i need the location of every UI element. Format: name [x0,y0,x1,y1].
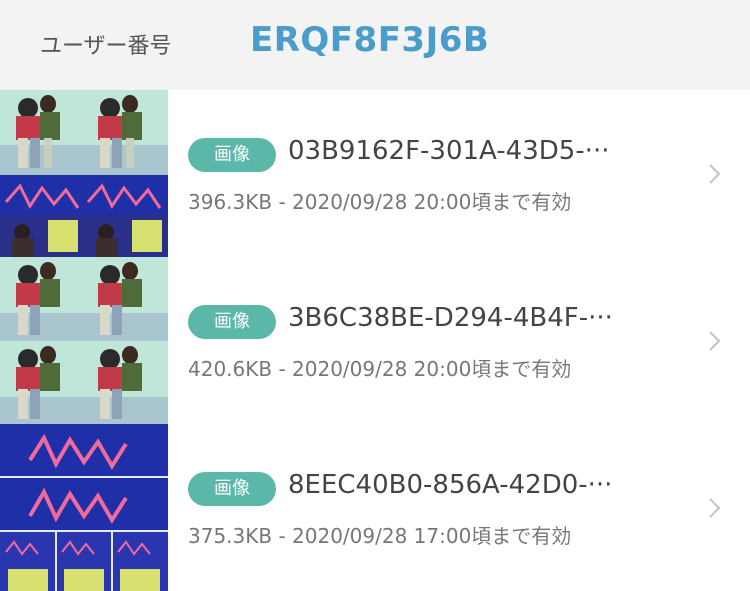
file-thumbnail [0,90,168,257]
file-name: 8EEC40B0-856A-42D0-··· [288,470,613,500]
file-meta: 375.3KB - 2020/09/28 17:00頃まで有効 [188,524,572,548]
chevron-right-icon [709,331,721,351]
file-list: 画像 03B9162F-301A-43D5-··· 396.3KB - 2020… [0,90,750,591]
file-name: 03B9162F-301A-43D5-··· [288,136,610,166]
file-row[interactable]: 画像 8EEC40B0-856A-42D0-··· 375.3KB - 2020… [0,424,750,591]
chevron-right-icon [709,164,721,184]
file-thumbnail [0,257,168,424]
chevron-right-icon [709,498,721,518]
user-number-label: ユーザー番号 [40,34,172,59]
file-row[interactable]: 画像 03B9162F-301A-43D5-··· 396.3KB - 2020… [0,90,750,258]
file-type-badge: 画像 [188,472,276,506]
file-thumbnail [0,424,168,591]
file-meta: 396.3KB - 2020/09/28 20:00頃まで有効 [188,190,572,214]
file-row[interactable]: 画像 3B6C38BE-D294-4B4F-··· 420.6KB - 2020… [0,257,750,425]
file-meta: 420.6KB - 2020/09/28 20:00頃まで有効 [188,357,572,381]
file-name: 3B6C38BE-D294-4B4F-··· [288,303,613,333]
user-number-value: ERQF8F3J6B [250,20,490,60]
file-type-badge: 画像 [188,305,276,339]
file-type-badge: 画像 [188,138,276,172]
header: ユーザー番号 ERQF8F3J6B [0,0,750,90]
